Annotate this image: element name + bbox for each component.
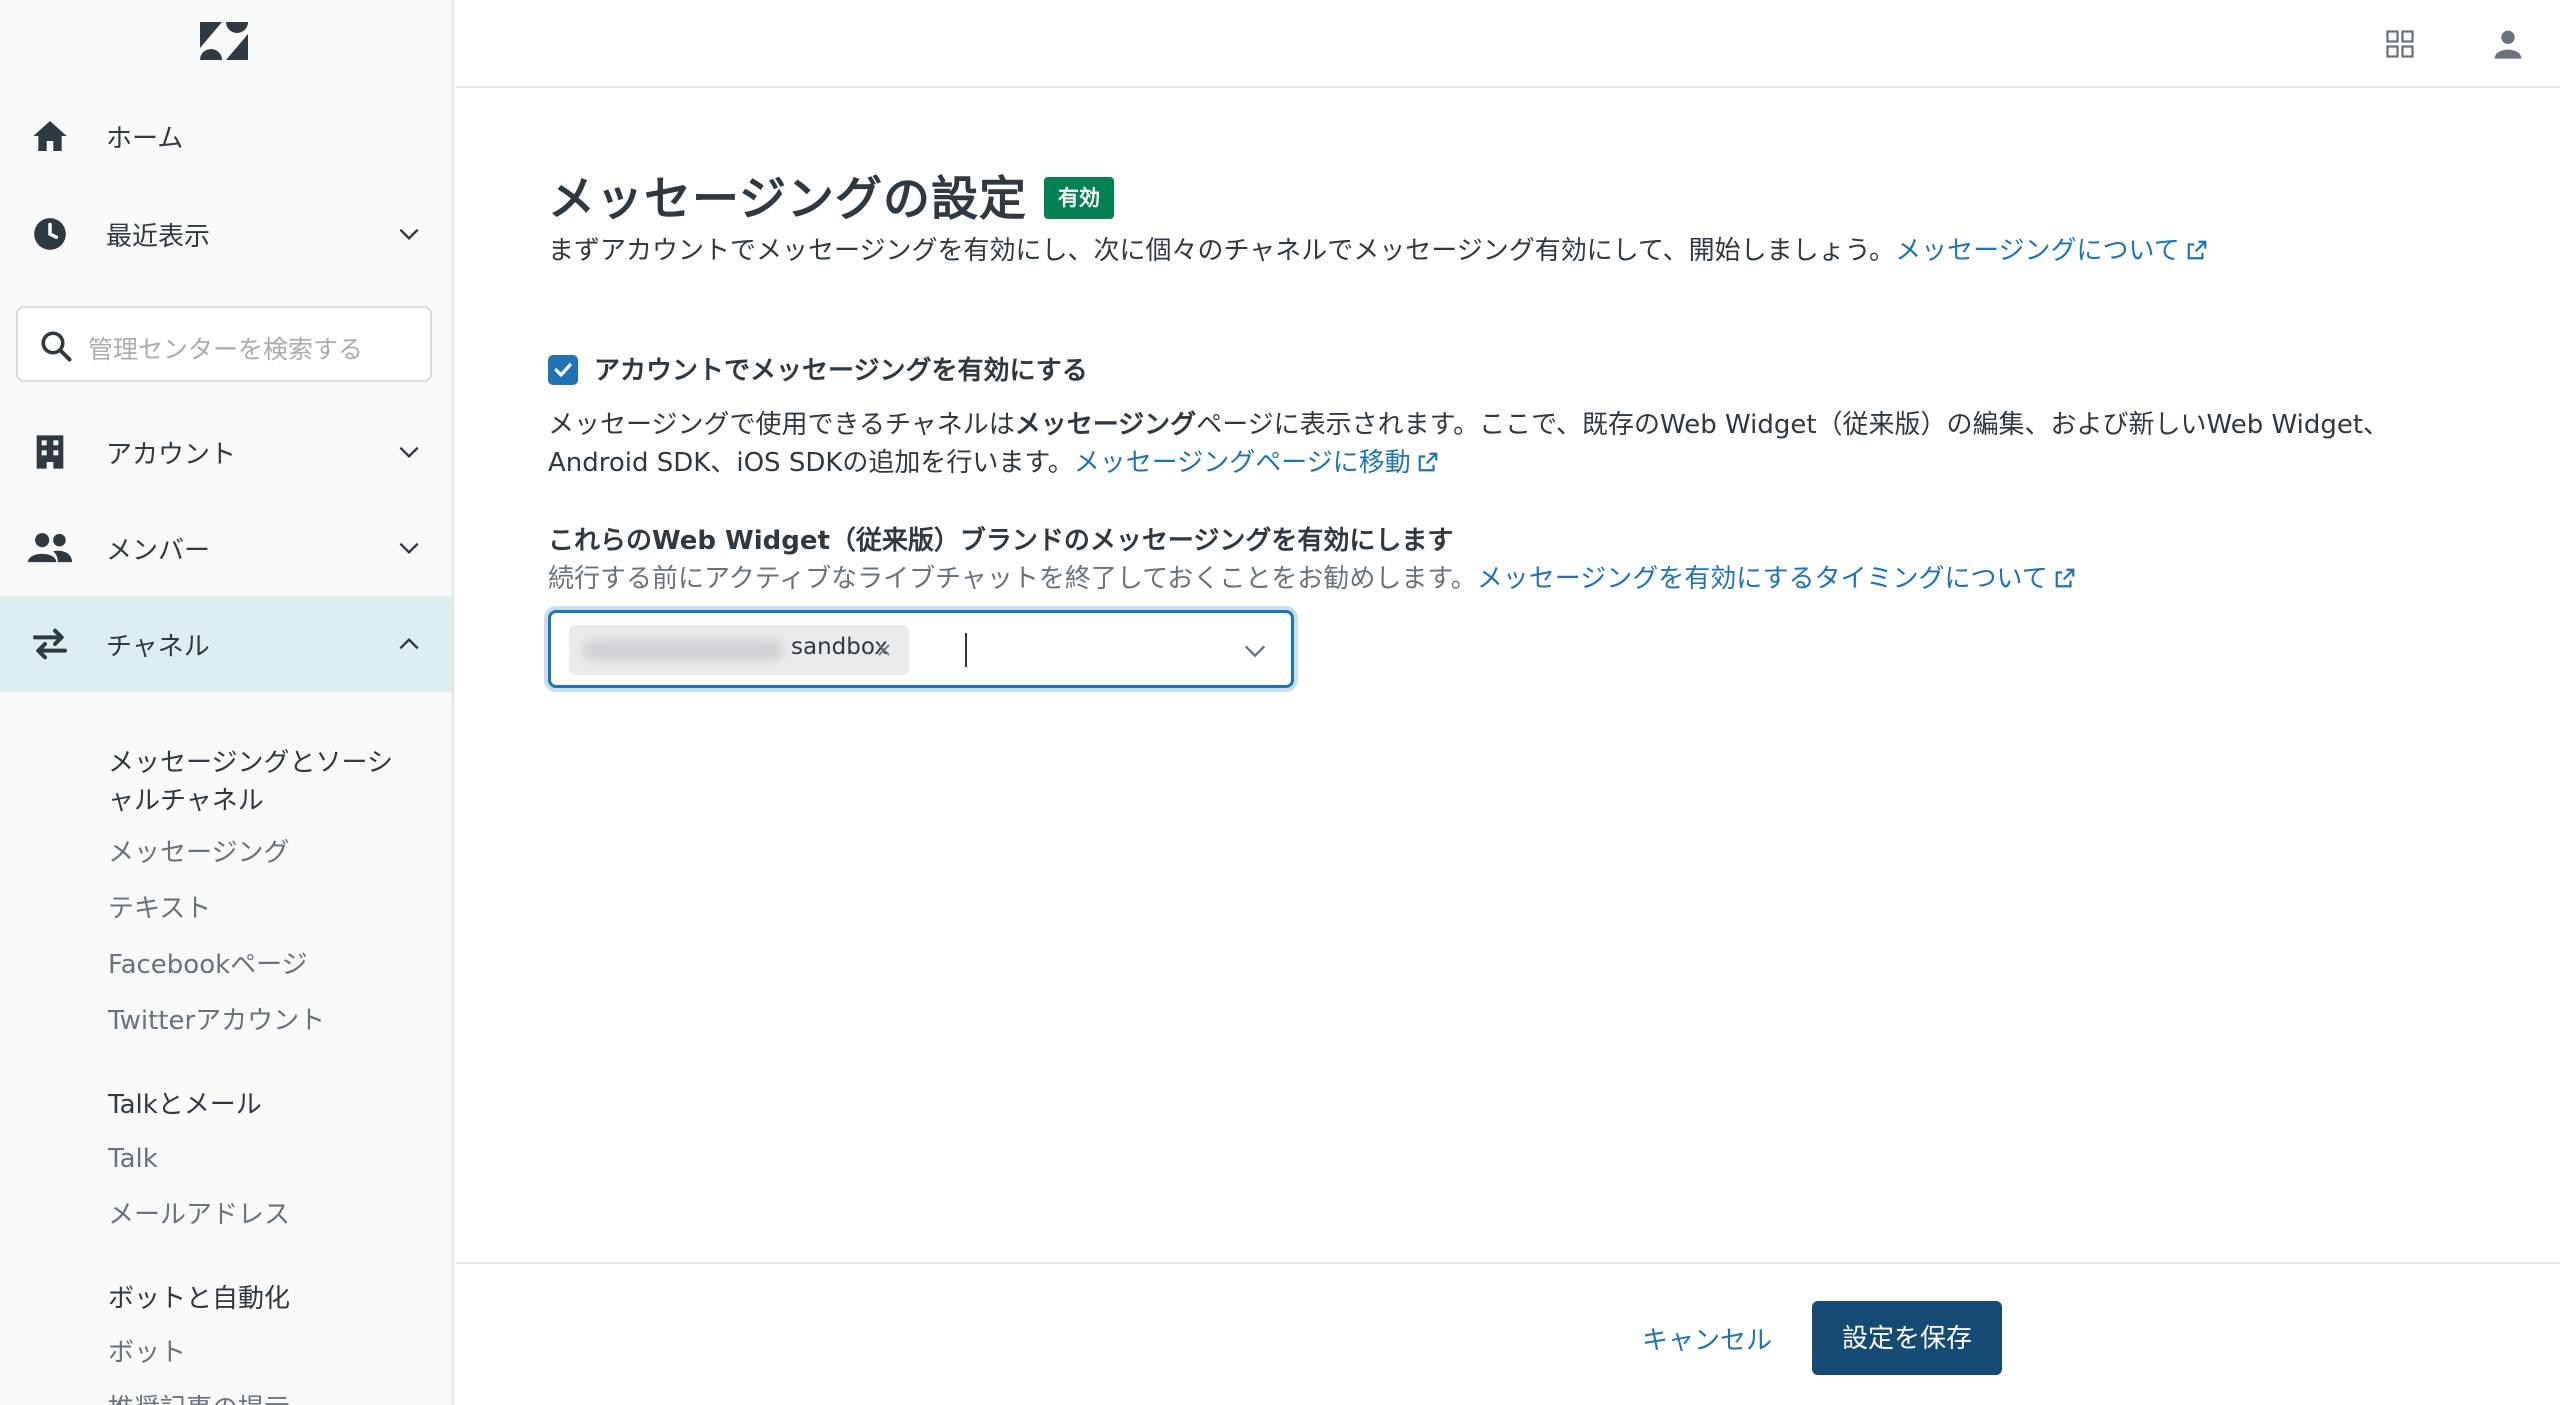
sidebar-item-talk[interactable]: Talk: [108, 1140, 158, 1178]
redacted-brand-name: [583, 639, 783, 661]
arrows-exchange-icon: [28, 622, 72, 666]
clock-icon: [28, 212, 72, 256]
chevron-down-icon: [399, 228, 419, 241]
sidebar: ホーム 最近表示 管理センターを検索する アカウント メンバー チャネル メッセ…: [0, 0, 454, 1405]
user-avatar-icon[interactable]: [2486, 22, 2530, 66]
sidebar-item-messaging[interactable]: メッセージング: [108, 834, 289, 872]
footer-bar: [456, 1262, 2560, 1405]
desc-bold-messaging: メッセージング: [1014, 410, 1197, 440]
sidebar-item-article-suggestions[interactable]: 推奨記事の提示: [108, 1390, 290, 1405]
go-to-messaging-page-link[interactable]: メッセージングページに移動: [1074, 448, 1439, 478]
search-icon: [41, 331, 72, 362]
sidebar-search-input[interactable]: 管理センターを検索する: [16, 306, 432, 382]
save-settings-button[interactable]: 設定を保存: [1812, 1301, 2002, 1375]
when-to-enable-link[interactable]: メッセージングを有効にするタイミングについて: [1477, 564, 2076, 594]
zendesk-logo-icon[interactable]: [198, 20, 250, 62]
sidebar-section-talk-email: Talkとメール: [108, 1090, 262, 1120]
chevron-down-icon: [399, 542, 419, 555]
brands-field-hint: 続行する前にアクティブなライブチャットを終了しておくことをお勧めします。メッセー…: [548, 558, 2076, 595]
nav-account-label: アカウント: [106, 439, 237, 470]
nav-recent[interactable]: 最近表示: [0, 186, 452, 282]
external-link-icon: [2055, 568, 2075, 588]
building-icon: [28, 430, 72, 474]
home-icon: [28, 114, 72, 158]
sidebar-section-bots-automation: ボットと自動化: [108, 1284, 291, 1314]
people-icon: [28, 526, 72, 570]
sidebar-section-messaging-social: メッセージングとソーシャルチャネル: [108, 748, 393, 816]
apps-grid-icon[interactable]: [2378, 22, 2422, 66]
nav-home[interactable]: ホーム: [0, 88, 452, 184]
about-messaging-link[interactable]: メッセージングについて: [1895, 236, 2208, 266]
enable-messaging-label[interactable]: アカウントでメッセージングを有効にする: [594, 350, 1088, 387]
chevron-up-icon: [399, 637, 419, 650]
nav-channels-label: チャネル: [106, 631, 210, 662]
nav-account[interactable]: アカウント: [0, 404, 452, 500]
intro-text-body: まずアカウントでメッセージングを有効にし、次に個々のチャネルでメッセージング有効…: [548, 236, 1896, 266]
cancel-button[interactable]: キャンセル: [1620, 1304, 1794, 1376]
nav-channels[interactable]: チャネル: [0, 596, 452, 692]
sidebar-item-twitter[interactable]: Twitterアカウント: [108, 1002, 325, 1040]
chevron-down-icon: [399, 446, 419, 459]
sidebar-item-text[interactable]: テキスト: [108, 890, 211, 928]
nav-members-label: メンバー: [106, 535, 211, 566]
external-link-icon: [2187, 240, 2207, 260]
sidebar-item-facebook[interactable]: Facebookページ: [108, 946, 308, 984]
nav-recent-label: 最近表示: [106, 221, 211, 252]
remove-tag-icon[interactable]: [869, 635, 899, 665]
nav-home-label: ホーム: [106, 123, 184, 154]
enable-messaging-checkbox[interactable]: [548, 355, 578, 385]
checkmark-icon: [554, 363, 572, 377]
brands-multiselect[interactable]: sandbox: [548, 610, 1294, 688]
selected-brand-tag: sandbox: [569, 625, 909, 675]
nav-members[interactable]: メンバー: [0, 500, 452, 596]
channels-description: メッセージングで使用できるチャネルはメッセージングページに表示されます。ここで、…: [548, 410, 2390, 478]
brands-field-label: これらのWeb Widget（従来版）ブランドのメッセージングを有効にします: [548, 526, 1454, 556]
page-title: メッセージングの設定: [548, 172, 1028, 227]
search-placeholder: 管理センターを検索する: [88, 335, 364, 364]
sidebar-item-bots[interactable]: ボット: [108, 1334, 186, 1372]
sidebar-item-email-address[interactable]: メールアドレス: [108, 1196, 290, 1234]
text-cursor: [965, 633, 967, 667]
top-bar: [456, 0, 2560, 88]
intro-text: まずアカウントでメッセージングを有効にし、次に個々のチャネルでメッセージング有効…: [548, 230, 2208, 267]
chevron-down-icon[interactable]: [1241, 637, 1269, 665]
status-badge: 有効: [1044, 177, 1114, 219]
external-link-icon: [1418, 452, 1438, 472]
